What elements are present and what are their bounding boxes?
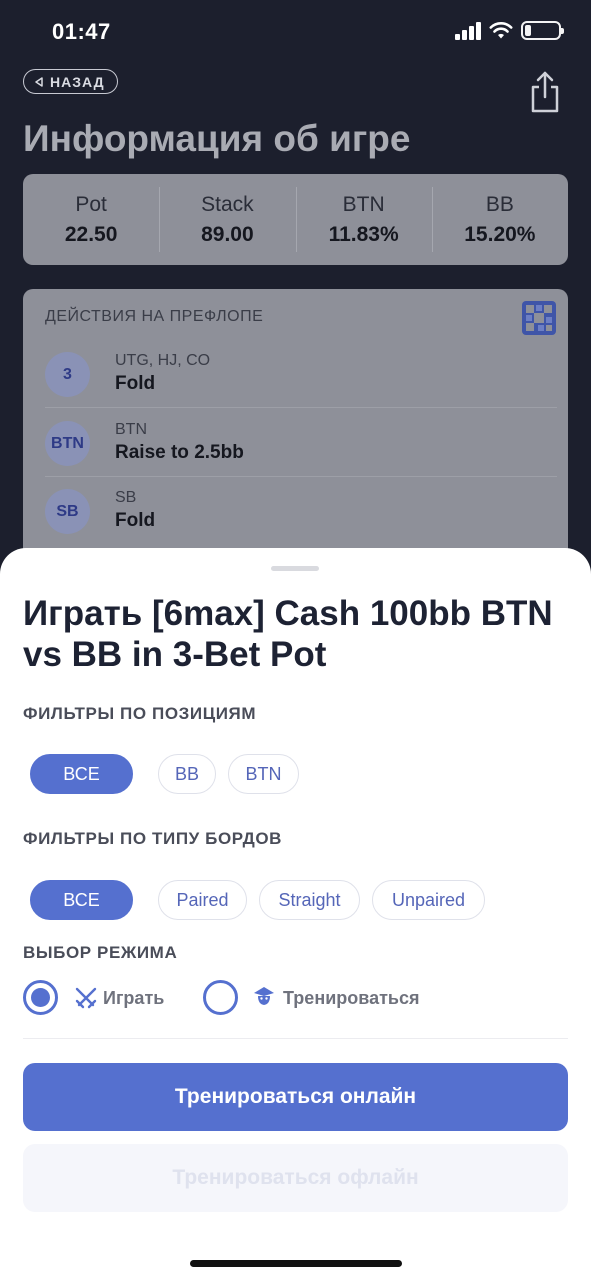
position-filters-label: ФИЛЬТРЫ ПО ПОЗИЦИЯМ xyxy=(23,704,257,723)
divider xyxy=(23,1038,568,1039)
home-indicator xyxy=(190,1260,402,1267)
stat-value: 89.00 xyxy=(201,222,254,246)
back-button[interactable]: НАЗАД xyxy=(23,69,118,94)
stat-stack: Stack 89.00 xyxy=(159,174,295,265)
crossed-swords-icon xyxy=(75,987,97,1009)
preflop-action-row: BTN BTN Raise to 2.5bb xyxy=(45,409,557,477)
stat-value: 15.20% xyxy=(464,222,536,246)
status-bar: 01:47 xyxy=(0,0,591,64)
stat-label: Pot xyxy=(75,192,107,216)
position-filter-btn[interactable]: BTN xyxy=(228,754,299,794)
board-filters-label: ФИЛЬТРЫ ПО ТИПУ БОРДОВ xyxy=(23,829,283,848)
position-badge: SB xyxy=(45,489,90,534)
action-description: Fold xyxy=(115,510,156,531)
stat-label: Stack xyxy=(201,192,254,216)
play-bottom-sheet: Играть [6max] Cash 100bb BTN vs BB in 3-… xyxy=(0,548,591,1280)
back-button-label: НАЗАД xyxy=(50,73,105,90)
cellular-signal-icon xyxy=(455,22,483,40)
mode-play-label[interactable]: Играть xyxy=(103,988,164,1009)
qr-code-icon[interactable] xyxy=(522,301,556,335)
board-filter-straight[interactable]: Straight xyxy=(259,880,360,920)
preflop-action-row: 3 UTG, HJ, CO Fold xyxy=(45,340,557,408)
share-icon[interactable] xyxy=(528,70,562,114)
battery-icon xyxy=(521,21,564,40)
action-description: Raise to 2.5bb xyxy=(115,442,244,463)
page-title: Информация об игре xyxy=(23,118,411,159)
stat-label: BTN xyxy=(342,192,385,216)
stat-value: 11.83% xyxy=(328,222,399,246)
trainer-icon xyxy=(254,987,274,1005)
action-description: Fold xyxy=(115,373,156,394)
sheet-drag-handle[interactable] xyxy=(271,566,319,571)
stat-pot: Pot 22.50 xyxy=(23,174,159,265)
action-positions: BTN xyxy=(115,421,147,438)
preflop-action-row: SB SB Fold xyxy=(45,477,557,545)
stat-bb: BB 15.20% xyxy=(431,174,568,265)
status-time: 01:47 xyxy=(52,19,111,44)
position-filter-bb[interactable]: BB xyxy=(158,754,216,794)
board-filter-all[interactable]: ВСЕ xyxy=(30,880,133,920)
train-offline-button[interactable]: Тренироваться офлайн xyxy=(23,1144,568,1212)
board-filter-paired[interactable]: Paired xyxy=(158,880,247,920)
stat-btn: BTN 11.83% xyxy=(295,174,432,265)
position-filter-chips: ВСЕ BB BTN xyxy=(30,754,299,794)
mode-selector: Играть Тренироваться xyxy=(23,980,568,1016)
stat-label: BB xyxy=(485,192,514,216)
game-stats-card: Pot 22.50 Stack 89.00 BTN 11.83% BB 15.2… xyxy=(23,174,568,265)
position-badge: BTN xyxy=(45,421,90,466)
mode-play-radio[interactable] xyxy=(23,980,58,1015)
wifi-icon xyxy=(489,22,513,39)
board-filter-chips: ВСЕ Paired Straight Unpaired xyxy=(30,880,485,920)
preflop-actions-card: ДЕЙСТВИЯ НА ПРЕФЛОПЕ 3 UTG, HJ, CO Fold … xyxy=(23,289,568,589)
board-filter-unpaired[interactable]: Unpaired xyxy=(372,880,485,920)
sheet-title: Играть [6max] Cash 100bb BTN vs BB in 3-… xyxy=(23,594,553,674)
preflop-actions-title: ДЕЙСТВИЯ НА ПРЕФЛОПЕ xyxy=(45,308,264,325)
stat-value: 22.50 xyxy=(64,222,118,246)
position-filter-all[interactable]: ВСЕ xyxy=(30,754,133,794)
mode-train-label[interactable]: Тренироваться xyxy=(283,988,419,1009)
back-arrow-icon xyxy=(35,76,43,87)
position-badge: 3 xyxy=(45,352,90,397)
mode-selection-label: ВЫБОР РЕЖИМА xyxy=(23,943,178,962)
action-positions: UTG, HJ, CO xyxy=(115,352,211,369)
train-online-button[interactable]: Тренироваться онлайн xyxy=(23,1063,568,1131)
mode-train-radio[interactable] xyxy=(203,980,238,1015)
action-positions: SB xyxy=(115,489,137,506)
